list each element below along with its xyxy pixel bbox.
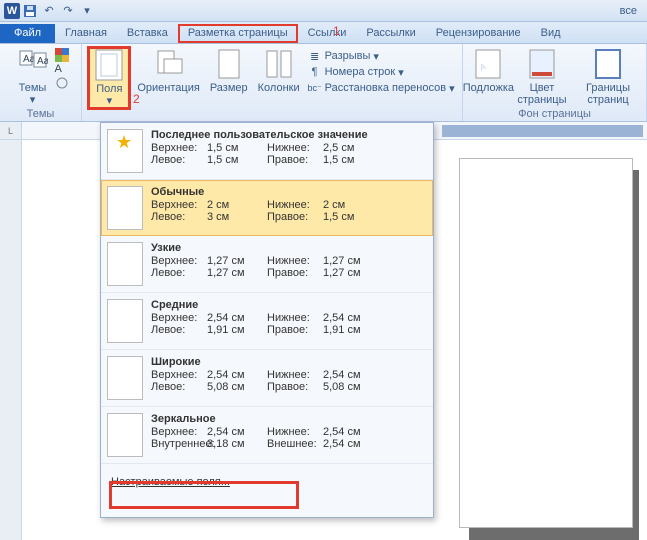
margin-preset-2[interactable]: УзкиеВерхнее:1,27 смНижнее:1,27 смЛевое:… <box>101 236 433 293</box>
word-app-icon[interactable]: W <box>4 3 20 19</box>
undo-icon[interactable]: ↶ <box>40 2 58 20</box>
watermark-button[interactable]: A Подложка <box>467 46 510 96</box>
document-area: L ★Последнее пользовательское значениеВе… <box>0 122 647 540</box>
size-button[interactable]: Размер <box>206 46 252 96</box>
breaks-button[interactable]: ≣Разрывы▾ <box>308 48 455 64</box>
group-label-themes: Темы <box>0 108 81 122</box>
preset-title: Узкие <box>151 242 425 254</box>
margins-button[interactable]: Поля ▾ <box>87 46 131 110</box>
tab-references[interactable]: Ссылки <box>298 24 357 43</box>
annotation-1: 1 <box>333 24 340 38</box>
ribbon-tabs: Файл Главная Вставка Разметка страницы С… <box>0 22 647 44</box>
tab-selector[interactable]: L <box>0 122 22 140</box>
margins-preset-icon <box>107 413 143 457</box>
line-numbers-icon: ¶ <box>308 65 322 79</box>
tab-review[interactable]: Рецензирование <box>426 24 531 43</box>
custom-margins-item[interactable]: Настраиваемые поля... <box>101 464 433 500</box>
theme-fonts-icon[interactable]: A <box>55 63 69 75</box>
save-icon[interactable] <box>21 2 39 20</box>
ribbon: 2 AaAa Темы ▾ A Темы Поля ▾ <box>0 44 647 122</box>
svg-text:Aa: Aa <box>37 56 48 67</box>
page-color-icon <box>526 48 558 80</box>
theme-colors-icon[interactable] <box>55 48 69 62</box>
hyphenation-icon: bc⁻ <box>308 81 322 95</box>
qat-dropdown-icon[interactable]: ▾ <box>78 2 96 20</box>
group-page-setup: Поля ▾ Ориентация Размер Колонки ≣Разрыв… <box>82 44 463 121</box>
columns-button[interactable]: Колонки <box>254 46 304 96</box>
annotation-2: 2 <box>133 92 140 106</box>
page-borders-button[interactable]: Границы страниц <box>574 46 642 108</box>
margin-preset-4[interactable]: ШирокиеВерхнее:2,54 смНижнее:2,54 смЛево… <box>101 350 433 407</box>
themes-icon: AaAa <box>17 48 49 80</box>
page-borders-icon <box>592 48 624 80</box>
margins-preset-icon <box>107 299 143 343</box>
margins-dropdown: ★Последнее пользовательское значениеВерх… <box>100 122 434 518</box>
margins-preset-icon <box>107 356 143 400</box>
tab-view[interactable]: Вид <box>531 24 571 43</box>
group-page-background: A Подложка Цвет страницы Границы страниц… <box>463 44 647 121</box>
margin-preset-3[interactable]: СредниеВерхнее:2,54 смНижнее:2,54 смЛево… <box>101 293 433 350</box>
page-color-button[interactable]: Цвет страницы <box>512 46 572 108</box>
document-page[interactable] <box>459 158 633 528</box>
quick-access-toolbar: W ↶ ↷ ▾ <box>4 2 96 20</box>
preset-title: Средние <box>151 299 425 311</box>
line-numbers-button[interactable]: ¶Номера строк▾ <box>308 64 455 80</box>
margins-preset-icon <box>107 242 143 286</box>
preset-title: Зеркальное <box>151 413 425 425</box>
tab-home[interactable]: Главная <box>55 24 117 43</box>
size-icon <box>213 48 245 80</box>
themes-button[interactable]: AaAa Темы ▾ <box>13 46 53 108</box>
tab-page-layout[interactable]: Разметка страницы <box>178 24 298 43</box>
tab-insert[interactable]: Вставка <box>117 24 178 43</box>
orientation-icon <box>153 48 185 80</box>
tab-file[interactable]: Файл <box>0 24 55 43</box>
star-icon: ★ <box>107 129 143 173</box>
orientation-button[interactable]: Ориентация <box>133 46 203 96</box>
theme-effects-icon[interactable] <box>55 76 69 90</box>
preset-title: Последнее пользовательское значение <box>151 129 425 141</box>
group-themes: AaAa Темы ▾ A Темы <box>0 44 82 121</box>
titlebar: W ↶ ↷ ▾ все <box>0 0 647 22</box>
margin-preset-1[interactable]: ОбычныеВерхнее:2 смНижнее:2 смЛевое:3 см… <box>101 180 433 236</box>
breaks-icon: ≣ <box>308 49 322 63</box>
tab-mailings[interactable]: Рассылки <box>356 24 425 43</box>
margin-preset-0[interactable]: ★Последнее пользовательское значениеВерх… <box>101 123 433 180</box>
margin-preset-5[interactable]: ЗеркальноеВерхнее:2,54 смНижнее:2,54 смВ… <box>101 407 433 464</box>
group-label-background: Фон страницы <box>463 108 646 122</box>
preset-title: Широкие <box>151 356 425 368</box>
watermark-icon: A <box>472 48 504 80</box>
margins-icon <box>93 49 125 81</box>
preset-title: Обычные <box>151 186 425 198</box>
ruler-vertical[interactable] <box>0 122 22 540</box>
columns-icon <box>263 48 295 80</box>
margins-preset-icon <box>107 186 143 230</box>
hyphenation-button[interactable]: bc⁻Расстановка переносов▾ <box>308 80 455 96</box>
redo-icon[interactable]: ↷ <box>59 2 77 20</box>
title-text: все <box>620 5 637 17</box>
